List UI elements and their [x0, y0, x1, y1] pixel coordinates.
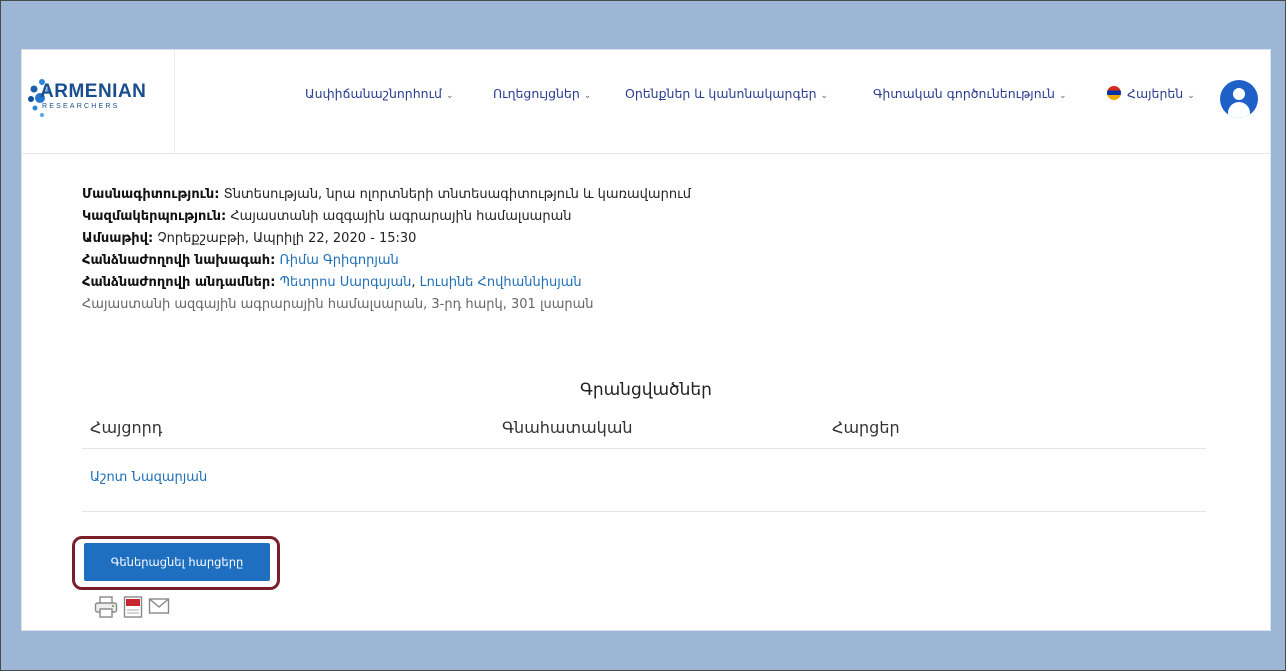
nav-item-guides[interactable]: Ուղեցույցներ ⌄ — [493, 86, 591, 101]
chevron-down-icon: ⌄ — [583, 91, 592, 101]
site-header: ARMENIAN RESEARCHERS Ասփիճանաշնորհում ⌄ Ո… — [22, 50, 1270, 154]
chevron-down-icon: ⌄ — [445, 91, 454, 101]
organization-value: Հայաստանի ազգային ագրարային համալսարան — [230, 209, 572, 224]
column-header-applicant: Հայցորդ — [90, 418, 163, 437]
column-header-grade: Գնահատական — [502, 418, 633, 437]
email-icon[interactable] — [148, 596, 170, 616]
user-avatar-icon[interactable] — [1220, 80, 1258, 118]
date-value: Չորեքշաբթի, Ապրիլի 22, 2020 - 15:30 — [157, 231, 417, 246]
nav-item-science[interactable]: Գիտական գործունեություն ⌄ — [873, 86, 1067, 101]
language-label: Հայերեն — [1127, 86, 1184, 101]
nav-item-label: Ուղեցույցներ — [493, 86, 580, 101]
member-link[interactable]: Լուսինե Հովհաննիսյան — [420, 275, 582, 290]
location-text: Հայաստանի ազգային ագրարային համալսարան, … — [82, 297, 594, 312]
date-label: Ամսաթիվ: — [82, 231, 154, 246]
chevron-down-icon: ⌄ — [1187, 91, 1195, 101]
avatar-head — [1233, 88, 1245, 100]
page: ARMENIAN RESEARCHERS Ասփիճանաշնորհում ⌄ Ո… — [21, 49, 1271, 631]
chair-link[interactable]: Ռիմա Գրիգորյան — [279, 253, 398, 268]
members-label: Հանձնաժողովի անդամներ: — [82, 275, 276, 290]
nav-item-label: Ասփիճանաշնորհում — [305, 86, 442, 101]
specialty-row: Մասնագիտություն: Տնտեսության, նրա ոլորտն… — [82, 187, 691, 202]
logo[interactable]: ARMENIAN RESEARCHERS — [22, 50, 175, 153]
avatar-body — [1228, 102, 1250, 118]
applicant-link[interactable]: Աշոտ Նազարյան — [90, 470, 207, 485]
member-separator: , — [411, 275, 416, 290]
screenshot-frame: ARMENIAN RESEARCHERS Ասփիճանաշնորհում ⌄ Ո… — [0, 0, 1286, 671]
generate-questions-button[interactable]: Գեներացնել հարցերը — [84, 543, 270, 581]
chair-label: Հանձնաժողովի նախագահ: — [82, 253, 276, 268]
print-icon[interactable] — [94, 596, 118, 618]
logo-subtext: RESEARCHERS — [42, 103, 120, 110]
logo-text: ARMENIAN — [40, 81, 147, 102]
registrations-title: Գրանցվածներ — [580, 380, 712, 400]
specialty-value: Տնտեսության, նրա ոլորտների տնտեսագիտությ… — [223, 187, 691, 202]
member-link[interactable]: Պետրոս Սարգսյան — [280, 275, 412, 290]
nav-item-label: Գիտական գործունեություն — [873, 86, 1055, 101]
divider — [82, 511, 1206, 512]
nav-item-laws[interactable]: Օրենքներ և կանոնակարգեր ⌄ — [625, 86, 828, 101]
organization-row: Կազմակերպություն: Հայաստանի ազգային ագրա… — [82, 209, 572, 224]
chevron-down-icon: ⌄ — [1058, 91, 1067, 101]
nav-item-label: Օրենքներ և կանոնակարգեր — [625, 86, 817, 101]
chevron-down-icon: ⌄ — [820, 91, 829, 101]
organization-label: Կազմակերպություն: — [82, 209, 227, 224]
members-row: Հանձնաժողովի անդամներ: Պետրոս Սարգսյան, … — [82, 275, 582, 290]
specialty-label: Մասնագիտություն: — [82, 187, 220, 202]
nav-item-degrees[interactable]: Ասփիճանաշնորհում ⌄ — [305, 86, 453, 101]
armenia-flag-icon — [1107, 86, 1121, 100]
column-header-questions: Հարցեր — [832, 418, 900, 437]
language-selector[interactable]: Հայերեն ⌄ — [1107, 86, 1195, 101]
divider — [82, 448, 1206, 449]
date-row: Ամսաթիվ: Չորեքշաբթի, Ապրիլի 22, 2020 - 1… — [82, 231, 416, 246]
pdf-icon[interactable] — [123, 596, 143, 618]
chair-row: Հանձնաժողովի նախագահ: Ռիմա Գրիգորյան — [82, 253, 399, 268]
